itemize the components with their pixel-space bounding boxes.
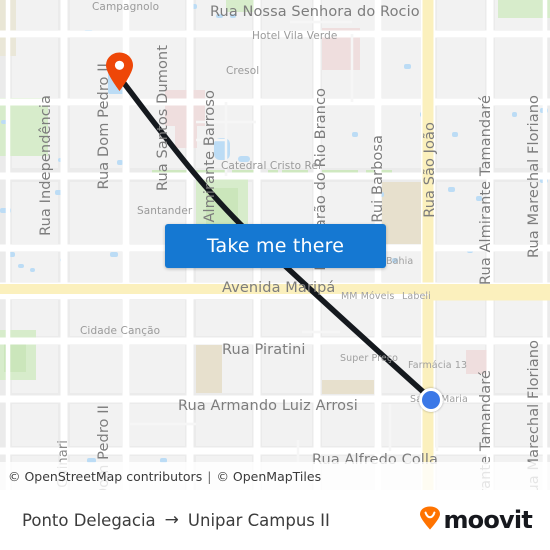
moovit-wordmark: moovit xyxy=(443,506,532,534)
destination-label: Unipar Campus II xyxy=(187,510,330,530)
origin-label: Ponto Delegacia xyxy=(22,510,156,530)
origin-pin-icon[interactable] xyxy=(105,52,134,92)
openmaptiles-attribution[interactable]: © OpenMapTiles xyxy=(216,469,321,484)
destination-dot-icon[interactable] xyxy=(419,388,443,412)
osm-attribution[interactable]: © OpenStreetMap contributors xyxy=(8,469,202,484)
moovit-logo[interactable]: moovit xyxy=(419,506,533,534)
map-canvas[interactable]: Rua Independência Rua Dom Pedro II Rua San… xyxy=(0,0,550,490)
moovit-pin-icon xyxy=(419,506,441,534)
attribution-separator: | xyxy=(207,468,212,484)
route-summary: Ponto Delegacia → Unipar Campus II xyxy=(22,510,330,530)
moovit-route-map-screen: Rua Independência Rua Dom Pedro II Rua San… xyxy=(0,0,550,550)
take-me-there-button[interactable]: Take me there xyxy=(165,224,386,268)
arrow-right-icon: → xyxy=(164,510,179,530)
footer-bar: Ponto Delegacia → Unipar Campus II moovi… xyxy=(0,490,550,550)
map-attribution-bar: © OpenStreetMap contributors | © OpenMap… xyxy=(0,462,550,490)
